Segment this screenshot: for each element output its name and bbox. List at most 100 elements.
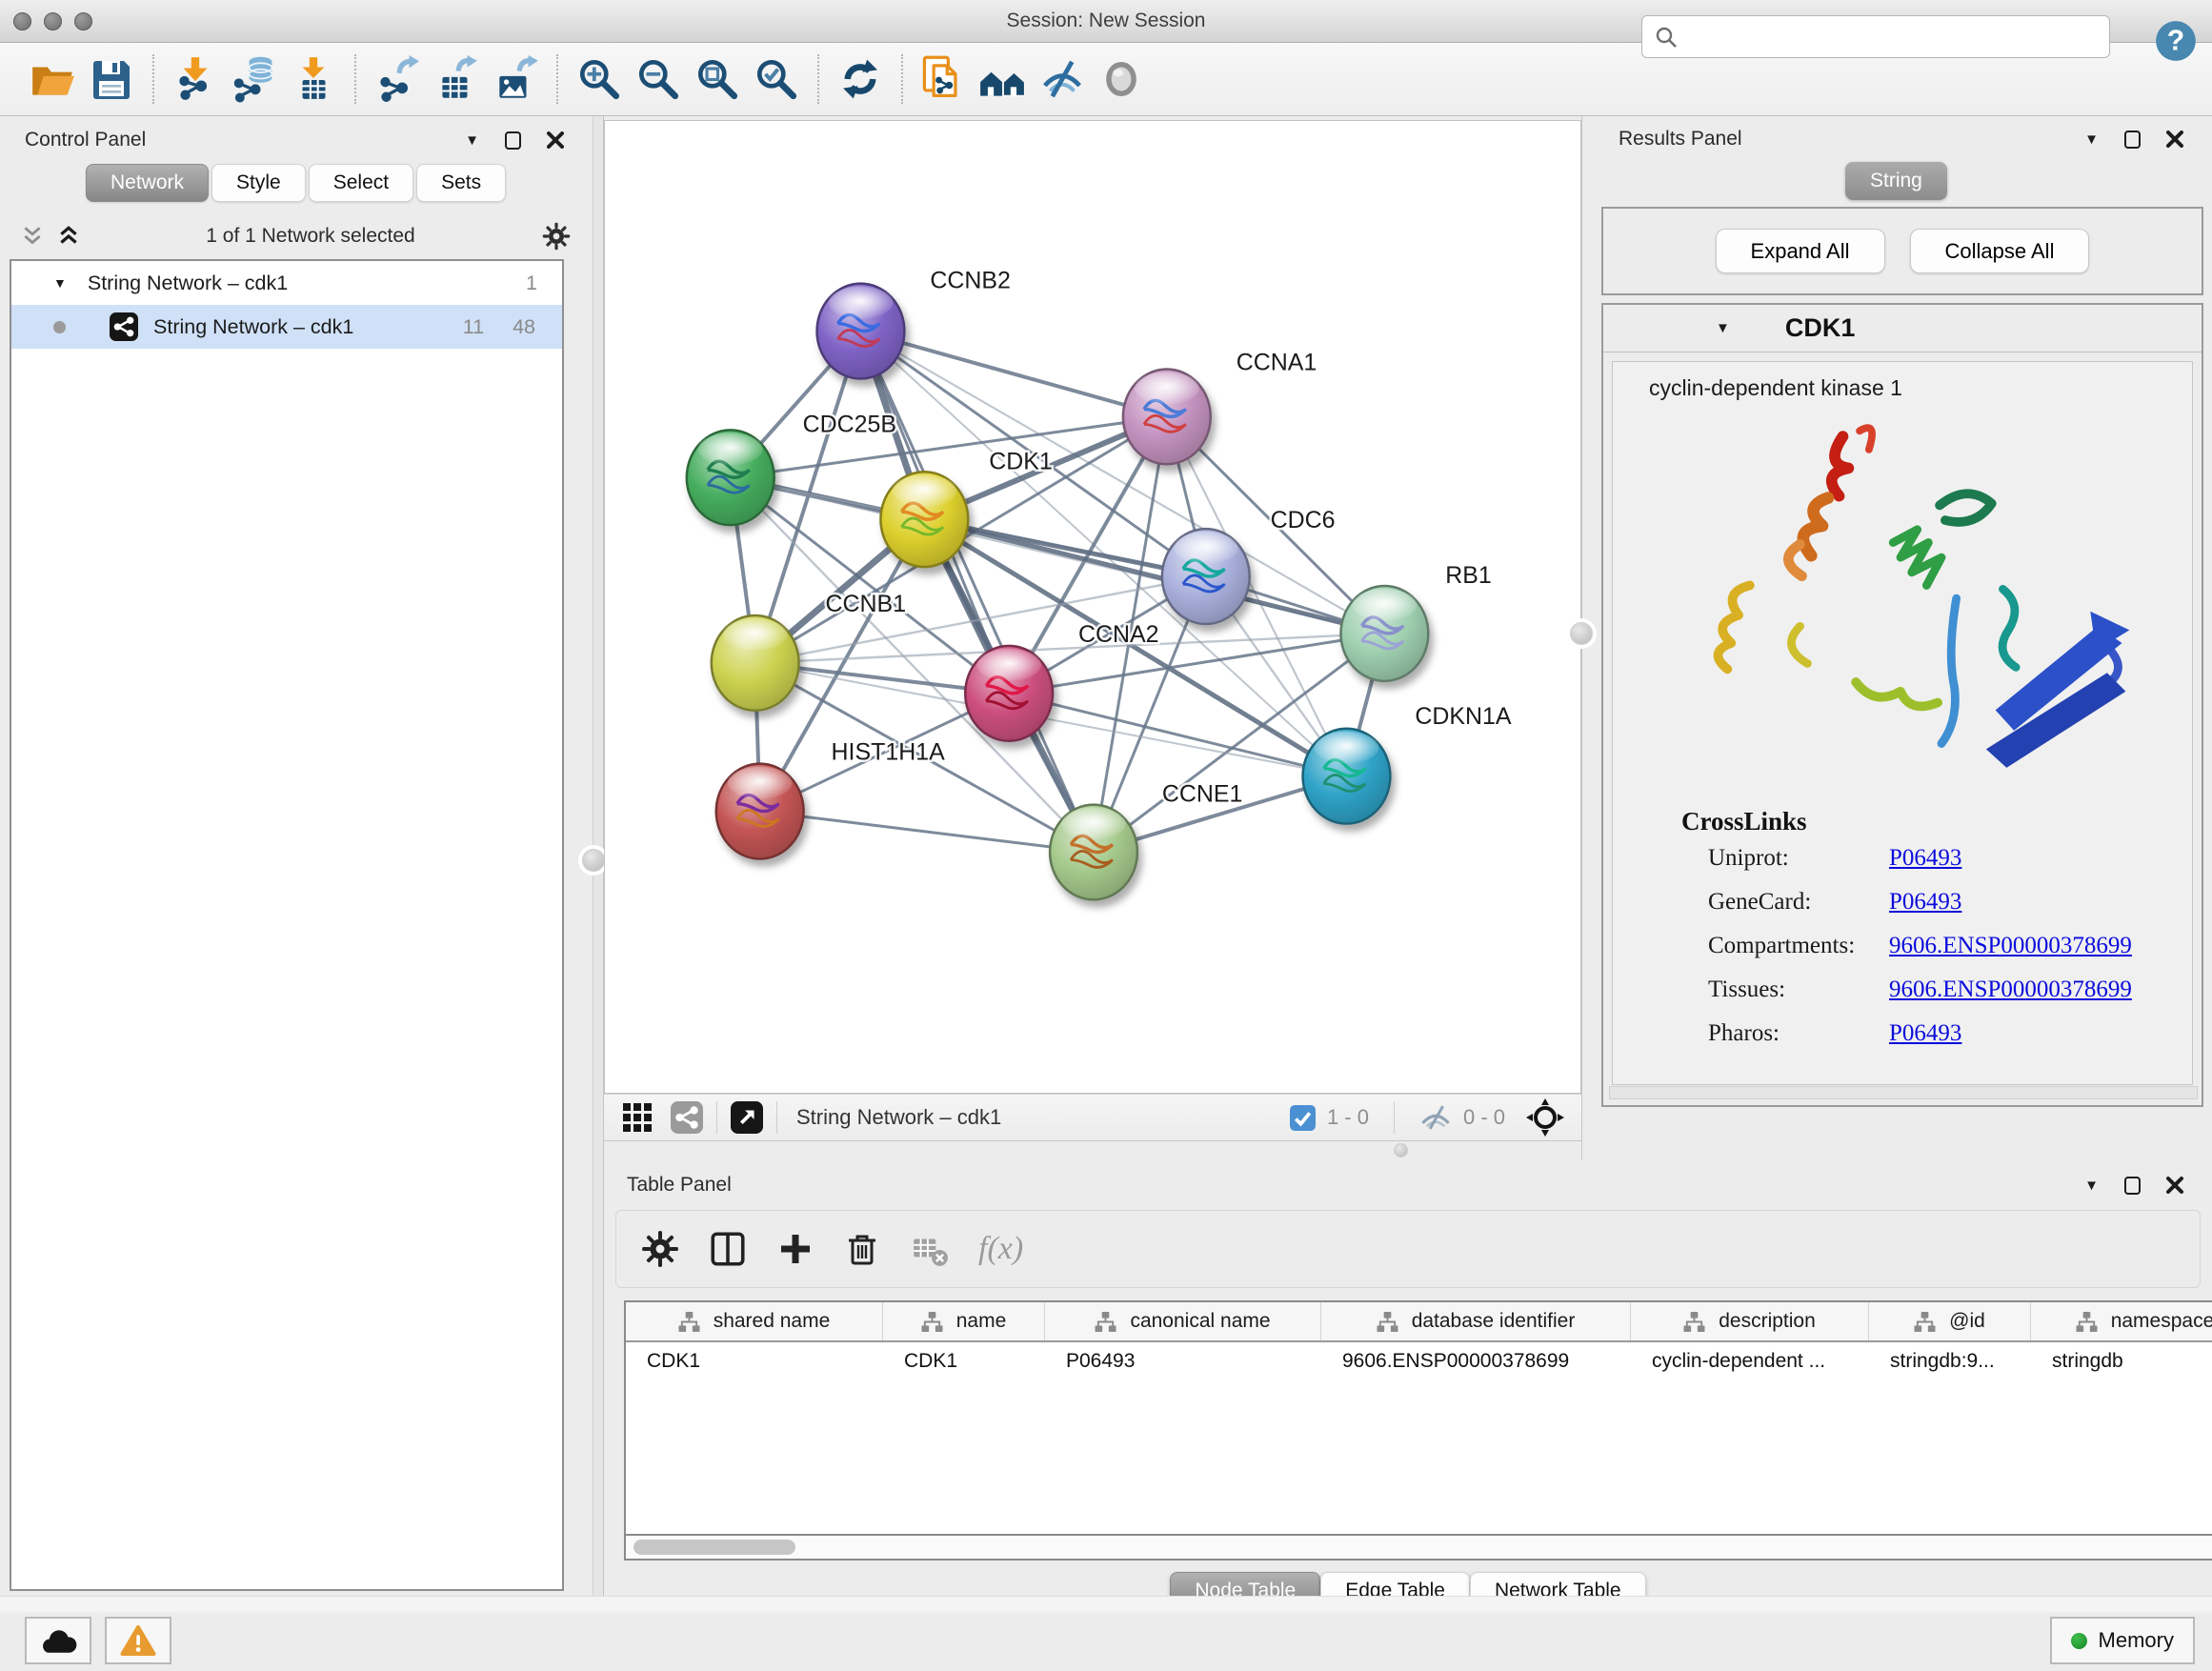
network-collection-row[interactable]: ▼ String Network – cdk1 1 (11, 261, 562, 305)
zoom-fit-button[interactable] (688, 50, 747, 108)
table-cell[interactable]: CDK1 (626, 1342, 883, 1380)
column-header-description[interactable]: description (1631, 1302, 1869, 1340)
table-cell[interactable]: CDK1 (883, 1342, 1045, 1380)
splitter-knob-right[interactable] (1570, 622, 1593, 645)
show-columns-icon[interactable] (708, 1229, 748, 1269)
network-node-ccna1[interactable]: CCNA1 (1123, 349, 1317, 464)
panel-menu-icon[interactable]: ▼ (2084, 1178, 2099, 1193)
network-node-ccne1[interactable]: CCNE1 (1050, 781, 1242, 900)
panel-menu-icon[interactable]: ▼ (465, 133, 479, 148)
column-header-name[interactable]: name (883, 1302, 1045, 1340)
column-header-shared-name[interactable]: shared name (626, 1302, 883, 1340)
table-cell[interactable]: cyclin-dependent ... (1631, 1342, 1869, 1380)
tab-select[interactable]: Select (309, 164, 413, 202)
network-edge[interactable] (760, 812, 1094, 853)
search-field[interactable] (1641, 15, 2110, 58)
export-image-button[interactable] (486, 50, 545, 108)
gear-icon[interactable] (541, 221, 572, 252)
cloud-status-button[interactable] (25, 1617, 91, 1664)
network-node-cdkn1a[interactable]: CDKN1A (1303, 703, 1512, 824)
crosslink-label: Pharos: (1708, 1020, 1889, 1047)
table-cell[interactable]: stringdb (2031, 1342, 2212, 1380)
table-cell[interactable]: stringdb:9... (1869, 1342, 2031, 1380)
panel-float-icon[interactable] (2124, 1177, 2141, 1195)
expand-all-icon[interactable] (57, 225, 80, 248)
panel-float-icon[interactable] (505, 131, 521, 150)
table-scrollbar-thumb[interactable] (633, 1540, 795, 1555)
horizontal-splitter[interactable] (604, 1141, 1581, 1160)
home-networks-button[interactable] (974, 50, 1033, 108)
tree-expand-icon[interactable]: ▼ (11, 275, 67, 291)
node-table[interactable]: shared namenamecanonical namedatabase id… (624, 1300, 2212, 1536)
network-node-cdc6[interactable]: CDC6 (1162, 507, 1336, 624)
detach-view-icon[interactable] (731, 1101, 763, 1134)
results-scrollbar[interactable] (1609, 1086, 2198, 1099)
save-session-button[interactable] (82, 50, 141, 108)
selected-checkbox-icon[interactable] (1290, 1105, 1316, 1131)
refresh-icon (837, 56, 883, 102)
hide-panel-button[interactable] (1033, 50, 1092, 108)
table-cell[interactable]: P06493 (1045, 1342, 1321, 1380)
import-database-button[interactable] (225, 50, 284, 108)
help-button[interactable]: ? (2146, 12, 2205, 70)
import-table-button[interactable] (284, 50, 343, 108)
crosslink-link[interactable]: P06493 (1889, 889, 1961, 916)
zoom-in-button[interactable] (570, 50, 629, 108)
column-header-@id[interactable]: @id (1869, 1302, 2031, 1340)
collapse-all-icon[interactable] (21, 225, 44, 248)
column-header-namespace[interactable]: namespace (2031, 1302, 2212, 1340)
crosslink-row: Compartments:9606.ENSP00000378699 (1681, 924, 2192, 968)
node-label-ccna1: CCNA1 (1237, 349, 1317, 375)
export-table-button[interactable] (427, 50, 486, 108)
search-input[interactable] (1679, 26, 2088, 48)
add-column-icon[interactable] (776, 1230, 814, 1268)
crosslink-row: Pharos:P06493 (1681, 1012, 2192, 1056)
splitter-knob-bottom[interactable] (1394, 1143, 1408, 1158)
clone-network-button[interactable] (915, 50, 974, 108)
import-network-button[interactable] (166, 50, 225, 108)
zoom-out-button[interactable] (629, 50, 688, 108)
expand-all-button[interactable]: Expand All (1716, 229, 1885, 273)
network-node-hist1h1a[interactable]: HIST1H1A (716, 739, 945, 859)
export-image-icon (492, 55, 539, 103)
panel-close-icon[interactable] (2166, 131, 2183, 148)
panel-menu-icon[interactable]: ▼ (2084, 132, 2099, 147)
crosslink-link[interactable]: P06493 (1889, 1020, 1961, 1047)
network-row-selected[interactable]: String Network – cdk1 11 48 (11, 305, 562, 349)
crosslink-link[interactable]: 9606.ENSP00000378699 (1889, 933, 2132, 959)
column-header-canonical-name[interactable]: canonical name (1045, 1302, 1321, 1340)
fit-content-crosshair-icon[interactable] (1526, 1098, 1564, 1137)
export-network-button[interactable] (368, 50, 427, 108)
collapse-all-button[interactable]: Collapse All (1910, 229, 2090, 273)
table-row[interactable]: CDK1CDK1P064939606.ENSP00000378699cyclin… (626, 1342, 2212, 1380)
network-node-rb1[interactable]: RB1 (1340, 562, 1491, 681)
network-canvas[interactable]: CCNB2CCNA1CDC25BCDK1CDC6RB1CCNB1CCNA2CDK… (604, 120, 1581, 1094)
birds-eye-icon[interactable] (671, 1101, 703, 1134)
show-panel-button[interactable] (1092, 50, 1151, 108)
tab-network[interactable]: Network (86, 164, 209, 202)
grid-view-icon[interactable] (621, 1101, 654, 1134)
tab-string[interactable]: String (1845, 162, 1947, 200)
panel-close-icon[interactable] (2166, 1177, 2183, 1194)
memory-button[interactable]: Memory (2050, 1617, 2195, 1664)
table-cell[interactable]: 9606.ENSP00000378699 (1321, 1342, 1631, 1380)
panel-float-icon[interactable] (2124, 131, 2141, 149)
splitter-knob-left[interactable] (582, 849, 605, 872)
gene-section-header[interactable]: ▼ CDK1 (1603, 305, 2202, 352)
table-toolbar: f(x) (615, 1210, 2201, 1288)
warnings-button[interactable] (105, 1617, 171, 1664)
tab-style[interactable]: Style (211, 164, 306, 202)
open-session-button[interactable] (23, 50, 82, 108)
crosslink-link[interactable]: P06493 (1889, 845, 1961, 872)
delete-column-icon[interactable] (843, 1230, 881, 1268)
crosslink-link[interactable]: 9606.ENSP00000378699 (1889, 976, 2132, 1003)
table-scrollbar[interactable] (624, 1536, 2212, 1560)
refresh-button[interactable] (831, 50, 890, 108)
column-header-database-identifier[interactable]: database identifier (1321, 1302, 1631, 1340)
tab-sets[interactable]: Sets (416, 164, 506, 202)
gene-collapse-icon[interactable]: ▼ (1716, 321, 1730, 335)
table-gear-icon[interactable] (641, 1230, 679, 1268)
zoom-selected-button[interactable] (747, 50, 806, 108)
column-header-label: @id (1949, 1310, 1985, 1333)
panel-close-icon[interactable] (547, 131, 564, 149)
